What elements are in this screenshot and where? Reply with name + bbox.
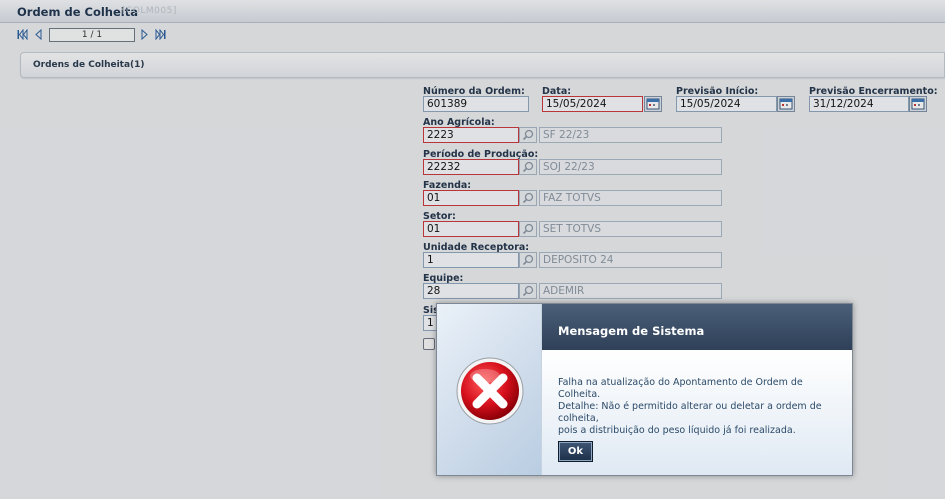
dialog-message: Falha na atualização do Apontamento de O… [558, 377, 843, 437]
system-message-dialog: Mensagem de Sistema Falha na atualização… [436, 303, 853, 476]
dialog-title: Mensagem de Sistema [558, 324, 705, 338]
dialog-message-line: pois a distribuição do peso líquido já f… [558, 425, 796, 436]
dialog-message-line: Detalhe: Não é permitido alterar ou dele… [558, 401, 822, 424]
dialog-header: Mensagem de Sistema [542, 304, 852, 350]
error-icon [455, 356, 525, 426]
dialog-message-line: Falha na atualização do Apontamento de O… [558, 377, 803, 400]
ok-button[interactable]: Ok [558, 441, 593, 462]
dialog-icon-panel [437, 304, 542, 475]
dialog-body: Falha na atualização do Apontamento de O… [542, 350, 852, 475]
